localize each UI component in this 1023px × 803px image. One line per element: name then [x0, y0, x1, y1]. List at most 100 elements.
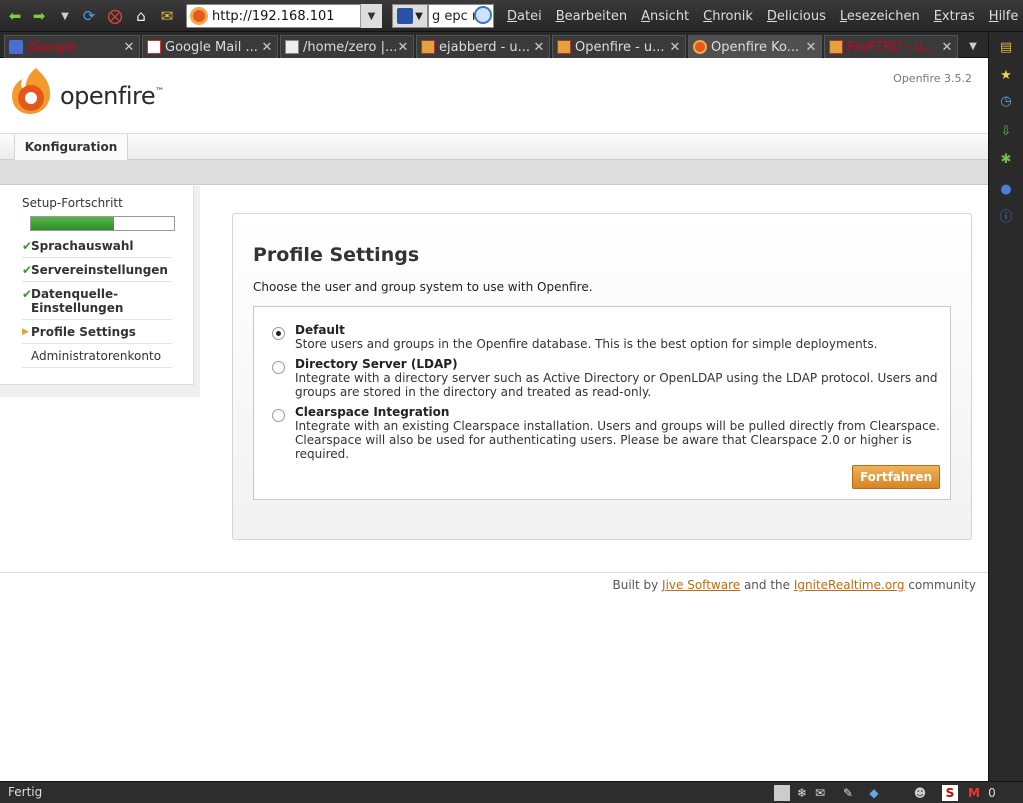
bookmarks-panel-icon[interactable]: ▤ [995, 37, 1017, 57]
snowflake-icon[interactable]: ❄ [794, 785, 810, 801]
greasemonkey-icon[interactable]: ☻ [912, 785, 928, 801]
option-description: Store users and groups in the Openfire d… [295, 337, 878, 351]
tab-konfiguration[interactable]: Konfiguration [14, 134, 128, 160]
footer-suffix: community [904, 578, 976, 592]
favorites-star-icon[interactable]: ★ [995, 65, 1017, 85]
profile-settings-panel: Profile Settings Choose the user and gro… [232, 213, 972, 540]
mail-envelope-icon[interactable]: ✉ [812, 785, 828, 801]
igniterealtime-link[interactable]: IgniteRealtime.org [794, 578, 905, 592]
continue-button[interactable]: Fortfahren [852, 465, 940, 489]
step-servereinstellungen[interactable]: ✔ Servereinstellungen [22, 260, 172, 282]
option-clearspace[interactable]: Clearspace Integration Integrate with an… [272, 405, 942, 461]
tab-label: ejabberd - u... [439, 39, 531, 55]
openfire-favicon-icon [693, 40, 707, 54]
info-icon[interactable]: ⓘ [995, 205, 1017, 225]
search-input-text: g epc r [432, 8, 478, 24]
close-tab-icon[interactable]: ✕ [532, 40, 546, 55]
menu-extras[interactable]: Extras [927, 9, 982, 24]
tab-openfire-ubuntuusers[interactable]: Openfire - u... ✕ [552, 35, 686, 58]
mail-count: 0 [988, 786, 996, 800]
file-listing-icon [285, 40, 299, 54]
menu-chronik[interactable]: Chronik [696, 9, 760, 24]
url-text[interactable]: http://192.168.101 [212, 9, 366, 24]
tab-gmail[interactable]: Google Mail ... ✕ [142, 35, 278, 58]
stop-icon[interactable]: ⨂ [104, 5, 126, 27]
search-engine-selector[interactable]: ▼ [392, 4, 428, 28]
home-icon[interactable]: ⌂ [130, 5, 152, 27]
profile-options-box: Default Store users and groups in the Op… [253, 306, 951, 500]
ubuntuusers-icon [557, 40, 571, 54]
step-label: Administratorenkonto [31, 349, 162, 363]
history-dropdown-icon[interactable]: ▼ [54, 5, 76, 27]
step-profile-settings: ▶ Profile Settings [22, 322, 172, 344]
reload-icon[interactable]: ⟳ [78, 5, 100, 27]
window-layout-icon[interactable] [774, 785, 790, 801]
option-default[interactable]: Default Store users and groups in the Op… [272, 323, 942, 351]
ubuntuusers-icon [421, 40, 435, 54]
option-ldap[interactable]: Directory Server (LDAP) Integrate with a… [272, 357, 942, 399]
globe-icon[interactable]: ● [995, 179, 1017, 199]
menu-ansicht[interactable]: Ansicht [634, 9, 696, 24]
back-icon[interactable]: ⬅ [4, 5, 26, 27]
setup-progress-title: Setup-Fortschritt [22, 196, 123, 210]
search-engine-icon [397, 8, 414, 24]
close-tab-icon[interactable]: ✕ [396, 40, 410, 55]
menu-hilfe[interactable]: Hilfe [982, 9, 1023, 24]
status-bar: Fertig ❄ ✉ ✎ ◆ ☻ S M 0 [0, 781, 1023, 803]
step-administratorenkonto: Administratorenkonto [22, 346, 172, 368]
tab-igoogle[interactable]: iGoogle ✕ [4, 35, 140, 58]
gmail-notifier-icon[interactable]: M [966, 785, 982, 801]
close-tab-icon[interactable]: ✕ [122, 40, 136, 55]
forward-icon[interactable]: ➡ [28, 5, 50, 27]
search-magnifier-icon[interactable] [474, 6, 492, 24]
checkmark-icon: ✔ [22, 263, 33, 277]
menu-lesezeichen[interactable]: Lesezeichen [833, 9, 927, 24]
close-tab-icon[interactable]: ✕ [804, 40, 818, 55]
close-tab-icon[interactable]: ✕ [668, 40, 682, 55]
downloads-icon[interactable]: ⇩ [995, 121, 1017, 141]
step-label: Profile Settings [31, 325, 136, 339]
close-tab-icon[interactable]: ✕ [940, 40, 954, 55]
step-datenquelle[interactable]: ✔ Datenquelle-Einstellungen [22, 284, 172, 320]
right-sidebar: ▤ ★ ◷ ⇩ ✱ ● ⓘ [988, 33, 1023, 781]
status-text: Fertig [8, 785, 43, 799]
tab-home-zero[interactable]: /home/zero |... ✕ [280, 35, 414, 58]
tab-proftpd[interactable]: ProFTPD - u... ✕ [824, 35, 958, 58]
tab-openfire-konfiguration[interactable]: Openfire Ko... ✕ [688, 35, 822, 58]
menu-datei[interactable]: Datei [500, 9, 549, 24]
openfire-favicon-icon [190, 7, 208, 25]
addons-puzzle-icon[interactable]: ✱ [995, 149, 1017, 169]
close-tab-icon[interactable]: ✕ [260, 40, 274, 55]
radio-default[interactable] [272, 327, 285, 340]
menu-bearbeiten[interactable]: Bearbeiten [549, 9, 634, 24]
tab-ejabberd[interactable]: ejabberd - u... ✕ [416, 35, 550, 58]
menu-delicious[interactable]: Delicious [760, 9, 833, 24]
url-dropdown-button[interactable]: ▼ [360, 4, 382, 28]
logo-text: openfire [60, 82, 156, 110]
sub-nav-bar [0, 160, 988, 185]
current-step-arrow-icon: ▶ [22, 327, 29, 337]
list-all-tabs-icon[interactable]: ▼ [962, 37, 984, 55]
radio-clearspace[interactable] [272, 409, 285, 422]
bookmark-folder-icon[interactable]: ✉ [156, 5, 178, 27]
main-nav: Konfiguration [0, 133, 988, 160]
option-title: Clearspace Integration [295, 405, 450, 419]
step-label: Sprachauswahl [31, 239, 134, 253]
menu-bar: Datei Bearbeiten Ansicht Chronik Delicio… [500, 0, 1023, 32]
pen-icon[interactable]: ✎ [840, 785, 856, 801]
url-bar[interactable]: http://192.168.101 ☆ [186, 4, 382, 28]
setup-sidebar: Setup-Fortschritt ✔ Sprachauswahl ✔ Serv… [0, 186, 200, 397]
history-clock-icon[interactable]: ◷ [995, 91, 1017, 111]
s-addon-icon[interactable]: S [942, 785, 958, 801]
option-title: Directory Server (LDAP) [295, 357, 458, 371]
setup-progress-fill [31, 217, 114, 230]
diamond-addon-icon[interactable]: ◆ [866, 785, 882, 801]
tab-label: /home/zero |... [303, 39, 396, 55]
page-title: Profile Settings [253, 244, 420, 266]
jive-software-link[interactable]: Jive Software [662, 578, 740, 592]
setup-progress-bar [30, 216, 175, 231]
radio-ldap[interactable] [272, 361, 285, 374]
openfire-logo[interactable]: openfire ™ [10, 66, 164, 116]
step-sprachauswahl[interactable]: ✔ Sprachauswahl [22, 236, 172, 258]
footer: Built by Jive Software and the IgniteRea… [612, 578, 976, 592]
